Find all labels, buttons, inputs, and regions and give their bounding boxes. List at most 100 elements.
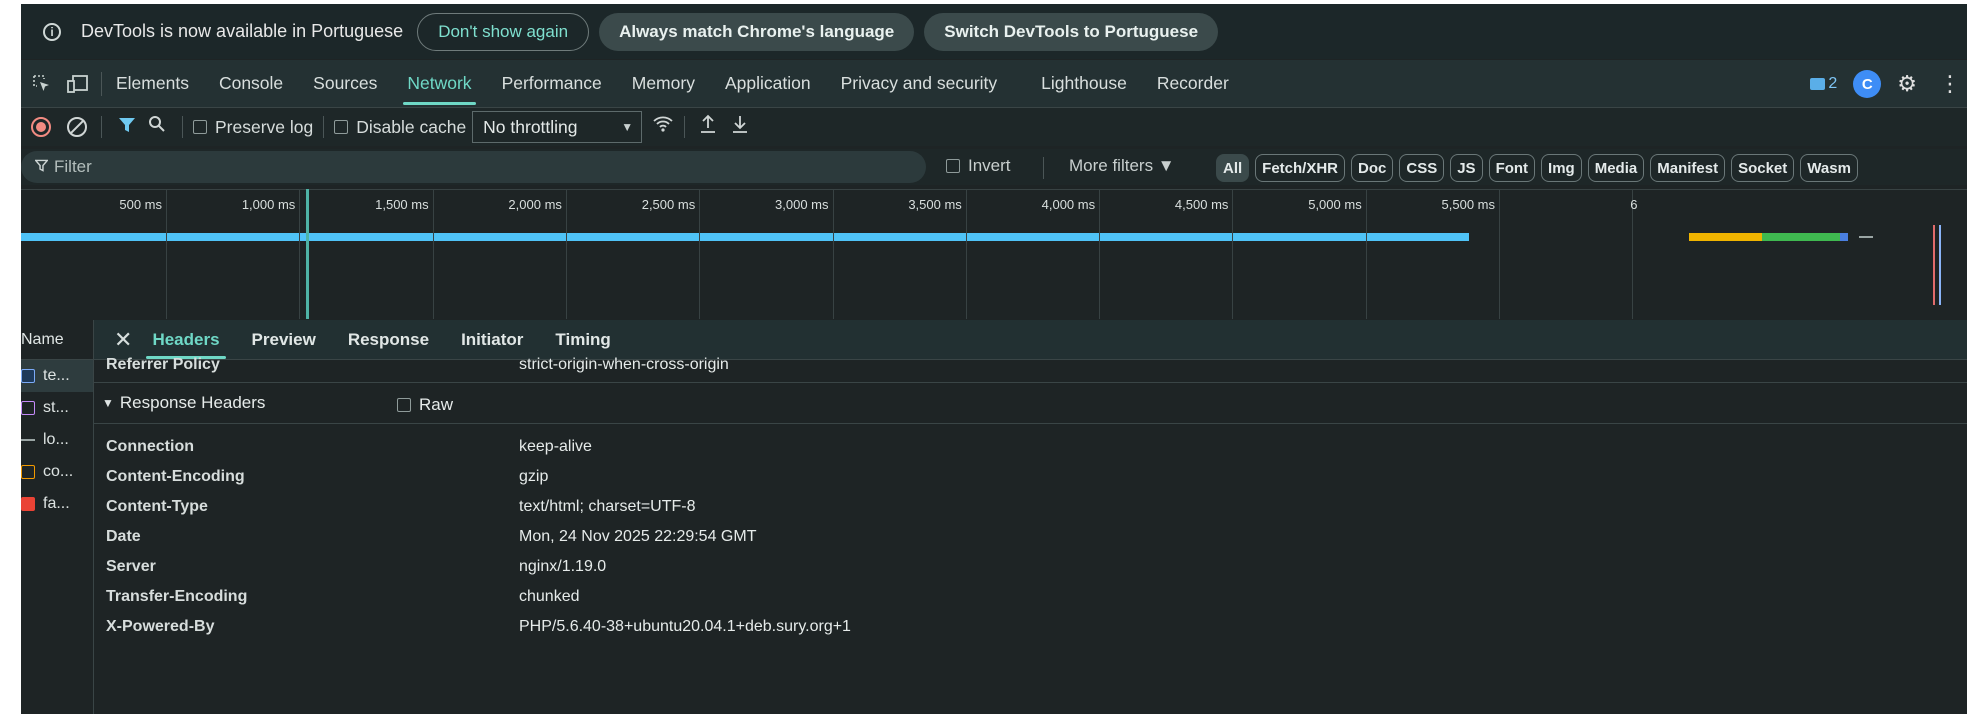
request-row[interactable]: co...: [21, 456, 93, 488]
issues-icon: [1810, 78, 1826, 90]
clear-icon[interactable]: [67, 117, 87, 137]
chip-img[interactable]: Img: [1541, 154, 1582, 182]
disable-cache-checkbox[interactable]: Disable cache: [334, 117, 466, 138]
record-icon[interactable]: [31, 117, 51, 137]
tab-performance[interactable]: Performance: [502, 60, 602, 108]
tab-response[interactable]: Response: [348, 320, 429, 360]
tab-preview[interactable]: Preview: [252, 320, 316, 360]
timeline-tick-label: 4,500 ms: [1174, 197, 1229, 212]
infobar-message: DevTools is now available in Portuguese: [81, 21, 404, 41]
expand-triangle-icon[interactable]: ▼: [102, 396, 114, 410]
tab-recorder[interactable]: Recorder: [1157, 60, 1229, 108]
disable-cache-label: Disable cache: [356, 116, 467, 137]
import-har-icon[interactable]: [699, 114, 717, 140]
chip-font[interactable]: Font: [1488, 154, 1536, 182]
filter-input[interactable]: Filter: [21, 151, 926, 183]
gear-icon[interactable]: ⚙: [1897, 71, 1917, 97]
timeline-tick-label: 6: [1630, 197, 1638, 212]
timeline-grid-line: [166, 189, 167, 319]
header-value: Mon, 24 Nov 2025 22:29:54 GMT: [519, 528, 757, 545]
header-value: nginx/1.19.0: [519, 558, 607, 575]
checkbox-box[interactable]: [334, 120, 349, 134]
tab-application[interactable]: Application: [725, 60, 811, 108]
chip-css[interactable]: CSS: [1399, 154, 1445, 182]
header-name: Transfer-Encoding: [106, 588, 248, 605]
tab-privacy-security[interactable]: Privacy and security: [841, 60, 998, 108]
network-conditions-icon[interactable]: [652, 114, 674, 140]
request-row[interactable]: lo...: [21, 424, 93, 456]
timeline-tick-label: 4,000 ms: [1041, 197, 1096, 212]
raw-checkbox[interactable]: Raw: [397, 395, 453, 415]
filter-funnel-icon: [34, 159, 49, 175]
checkbox-box[interactable]: [397, 398, 411, 412]
tab-elements[interactable]: Elements: [116, 60, 189, 108]
checkbox-box[interactable]: [946, 159, 960, 173]
chip-doc[interactable]: Doc: [1351, 154, 1394, 182]
header-value: gzip: [519, 468, 549, 485]
invert-label: Invert: [968, 156, 1011, 175]
always-match-language-button[interactable]: Always match Chrome's language: [599, 12, 915, 51]
timeline-grid-line: [1232, 189, 1234, 319]
request-row[interactable]: fa...: [21, 488, 93, 520]
timeline-tick-label: 5,000 ms: [1308, 197, 1362, 212]
checkbox-box[interactable]: [193, 120, 207, 134]
tab-sources[interactable]: Sources: [313, 60, 377, 108]
timeline-grid-line: [699, 189, 701, 319]
resource-type-chips: All Fetch/XHR Doc CSS JS Font Img Media …: [1216, 154, 1858, 182]
filter-funnel-icon[interactable]: [118, 116, 136, 139]
chip-media[interactable]: Media: [1587, 154, 1645, 182]
request-name: st...: [43, 399, 69, 416]
tab-console[interactable]: Console: [219, 60, 283, 108]
response-headers-section[interactable]: ▼ Response Headers Raw: [94, 382, 1967, 424]
toolbar-divider: [182, 116, 183, 138]
chip-fetch-xhr[interactable]: Fetch/XHR: [1255, 154, 1346, 182]
script-icon: [21, 465, 35, 479]
timeline-cursor[interactable]: [306, 189, 309, 319]
more-filters-dropdown[interactable]: More filters ▼: [1069, 156, 1175, 176]
search-icon[interactable]: [148, 115, 166, 139]
header-name: Connection: [106, 438, 194, 455]
ai-assistant-icon[interactable]: C: [1853, 70, 1882, 98]
chip-all[interactable]: All: [1216, 154, 1250, 182]
device-toolbar-icon[interactable]: [67, 73, 89, 95]
inspect-element-icon[interactable]: [31, 73, 53, 95]
timeline-tick-label: 500 ms: [119, 197, 162, 212]
more-options-icon[interactable]: ⋮: [1939, 71, 1961, 97]
chip-socket[interactable]: Socket: [1731, 154, 1795, 182]
close-icon[interactable]: ✕: [114, 327, 132, 353]
tab-timing[interactable]: Timing: [555, 320, 610, 360]
preserve-log-label: Preserve log: [215, 116, 314, 137]
preserve-log-checkbox[interactable]: Preserve log: [193, 117, 313, 138]
timeline-grid-line: [432, 189, 434, 319]
tab-network[interactable]: Network: [403, 60, 476, 108]
tab-initiator[interactable]: Initiator: [461, 320, 523, 360]
toolbar-divider: [323, 116, 325, 138]
timeline-grid-line: [1365, 189, 1367, 319]
overview-bar-download: [1762, 233, 1840, 241]
network-overview-timeline[interactable]: 500 ms 1,000 ms 1,500 ms 2,000 ms 2,500 ms 3,…: [21, 189, 1967, 319]
chip-manifest[interactable]: Manifest: [1650, 154, 1726, 182]
issues-count: 2: [1828, 75, 1838, 92]
request-list: Name te... st... lo... co... fa...: [21, 320, 94, 714]
tab-headers[interactable]: Headers: [146, 320, 226, 360]
timeline-tick-label: 5,500 ms: [1441, 197, 1495, 212]
timeline-tick-label: 2,500 ms: [641, 197, 696, 212]
switch-language-button[interactable]: Switch DevTools to Portuguese: [924, 12, 1219, 51]
export-har-icon[interactable]: [731, 114, 749, 140]
invert-checkbox[interactable]: Invert: [946, 156, 1011, 176]
other-icon: [21, 439, 35, 441]
request-row[interactable]: st...: [21, 392, 93, 424]
throttling-select[interactable]: No throttling ▼: [472, 111, 643, 143]
header-value: text/html; charset=UTF-8: [519, 498, 696, 515]
dont-show-again-button[interactable]: Don't show again: [417, 12, 590, 51]
header-name: Content-Type: [106, 498, 208, 515]
tab-memory[interactable]: Memory: [632, 60, 695, 108]
request-row[interactable]: te...: [21, 360, 93, 392]
chip-wasm[interactable]: Wasm: [1800, 154, 1858, 182]
name-column-header[interactable]: Name: [21, 320, 93, 360]
tab-lighthouse[interactable]: Lighthouse: [1041, 60, 1127, 108]
issues-badge[interactable]: 2: [1810, 75, 1837, 93]
timeline-tick-label: 1,000 ms: [241, 197, 296, 212]
chip-js[interactable]: JS: [1450, 154, 1483, 182]
section-title: Response Headers: [119, 393, 266, 412]
